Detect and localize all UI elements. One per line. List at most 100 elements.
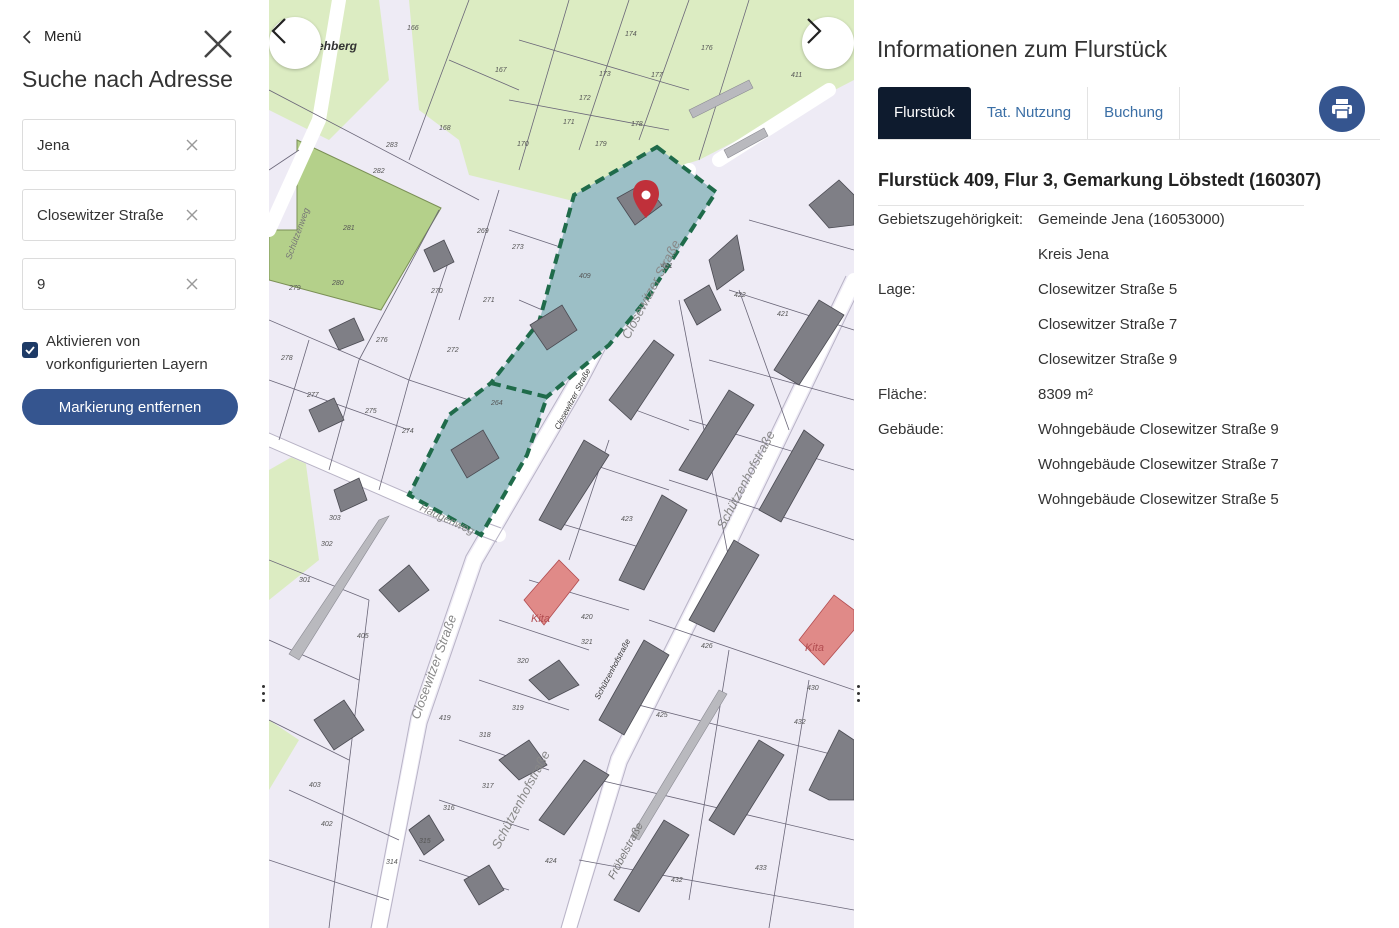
svg-text:432: 432 (671, 877, 683, 884)
svg-text:303: 303 (329, 515, 341, 522)
svg-text:179: 179 (595, 141, 607, 148)
svg-text:167: 167 (495, 67, 508, 74)
svg-text:423: 423 (621, 516, 633, 523)
parcel-divider (878, 205, 1304, 206)
svg-text:276: 276 (375, 337, 388, 344)
svg-text:430: 430 (807, 685, 819, 692)
map-prev-button[interactable] (269, 17, 321, 69)
svg-text:432: 432 (794, 719, 806, 726)
printer-icon (1332, 99, 1352, 120)
svg-text:320: 320 (517, 658, 529, 665)
svg-text:278: 278 (280, 355, 293, 362)
chevron-right-icon (807, 18, 822, 44)
svg-text:176: 176 (701, 45, 713, 52)
attribute-value: Wohngebäude Closewitzer Straße 7 (1038, 456, 1279, 473)
clear-city-icon[interactable] (185, 138, 199, 152)
city-field (22, 119, 236, 171)
close-icon[interactable] (201, 27, 235, 61)
attribute-key: Gebäude: (878, 421, 944, 438)
svg-text:174: 174 (625, 31, 637, 38)
svg-text:402: 402 (321, 821, 333, 828)
svg-text:318: 318 (479, 732, 491, 739)
svg-text:170: 170 (517, 141, 529, 148)
tab-flurstueck[interactable]: Flurstück (878, 87, 971, 139)
svg-text:168: 168 (439, 125, 451, 132)
svg-text:Kita: Kita (805, 642, 824, 654)
svg-text:283: 283 (385, 142, 398, 149)
menu-label: Menü (44, 28, 82, 45)
svg-text:316: 316 (443, 805, 455, 812)
attribute-value: Gemeinde Jena (16053000) (1038, 211, 1225, 228)
svg-text:173: 173 (599, 71, 611, 78)
checkmark-icon (25, 346, 35, 355)
attribute-value: 8309 m² (1038, 386, 1094, 403)
remove-marker-button[interactable]: Markierung entfernen (22, 389, 238, 425)
attribute-key: Lage: (878, 281, 916, 298)
tabs-divider (878, 139, 1380, 140)
attribute-value: Closewitzer Straße 9 (1038, 351, 1178, 368)
svg-text:ehberg: ehberg (317, 39, 358, 53)
city-input[interactable] (37, 137, 187, 154)
attribute-value: Wohngebäude Closewitzer Straße 5 (1038, 491, 1279, 508)
clear-street-icon[interactable] (185, 208, 199, 222)
housenumber-field (22, 258, 236, 310)
clear-housenumber-icon[interactable] (185, 277, 199, 291)
svg-text:178: 178 (631, 121, 643, 128)
info-tabs: Flurstück Tat. Nutzung Buchung (878, 87, 1181, 139)
svg-text:264: 264 (490, 400, 503, 407)
svg-text:315: 315 (419, 838, 431, 845)
left-resize-handle[interactable] (260, 685, 266, 709)
svg-text:172: 172 (579, 95, 591, 102)
svg-text:403: 403 (309, 782, 321, 789)
panel-title: Suche nach Adresse (22, 66, 233, 92)
svg-text:280: 280 (331, 280, 344, 287)
svg-text:301: 301 (299, 577, 311, 584)
svg-text:426: 426 (701, 643, 713, 650)
street-input[interactable] (37, 207, 187, 224)
svg-text:319: 319 (512, 705, 524, 712)
svg-text:166: 166 (407, 25, 419, 32)
tab-buchung[interactable]: Buchung (1088, 87, 1181, 139)
svg-text:302: 302 (321, 541, 333, 548)
attribute-value: Closewitzer Straße 5 (1038, 281, 1178, 298)
attribute-key: Fläche: (878, 386, 928, 403)
parcel-heading: Flurstück 409, Flur 3, Gemarkung Löbsted… (878, 170, 1322, 190)
map-next-button[interactable] (802, 17, 854, 69)
svg-text:272: 272 (446, 347, 459, 354)
svg-text:419: 419 (439, 715, 451, 722)
svg-text:409: 409 (579, 273, 591, 280)
preconfigured-layers-label: Aktivieren von vorkonfigurierten Layern (46, 333, 208, 373)
svg-text:433: 433 (755, 865, 767, 872)
svg-text:422: 422 (734, 292, 746, 299)
svg-text:273: 273 (511, 244, 524, 251)
info-title: Informationen zum Flurstück (877, 36, 1168, 62)
search-sidebar: Menü Suche nach Adresse Aktivier (0, 0, 258, 928)
svg-text:420: 420 (581, 614, 593, 621)
attribute-value: Closewitzer Straße 7 (1038, 316, 1178, 333)
street-field (22, 189, 236, 241)
cadastral-map[interactable]: ehberg 166 167 174 176 173 177 172 171 170 168… (269, 0, 854, 928)
svg-text:424: 424 (545, 858, 557, 865)
tab-tat-nutzung[interactable]: Tat. Nutzung (971, 87, 1089, 139)
menu-back-button[interactable]: Menü (22, 28, 82, 45)
map-view[interactable]: ehberg 166 167 174 176 173 177 172 171 170 168… (269, 0, 854, 928)
svg-text:321: 321 (581, 639, 593, 646)
attribute-value: Wohngebäude Closewitzer Straße 9 (1038, 421, 1279, 438)
housenumber-input[interactable] (37, 276, 187, 293)
chevron-left-icon (22, 29, 31, 44)
svg-text:Kita: Kita (531, 613, 550, 625)
svg-text:281: 281 (342, 225, 355, 232)
preconfigured-layers-checkbox[interactable] (22, 342, 38, 358)
svg-text:282: 282 (372, 168, 385, 175)
svg-text:271: 271 (482, 297, 495, 304)
svg-text:171: 171 (563, 119, 575, 126)
right-resize-handle[interactable] (855, 685, 861, 709)
svg-text:314: 314 (386, 859, 398, 866)
svg-text:405: 405 (357, 633, 369, 640)
parcel-info-panel: Informationen zum Flurstück Flurstück Ta… (862, 0, 1399, 928)
svg-text:275: 275 (364, 408, 377, 415)
svg-text:274: 274 (401, 428, 414, 435)
svg-text:269: 269 (476, 228, 489, 235)
print-button[interactable] (1319, 86, 1365, 132)
svg-text:411: 411 (791, 72, 802, 79)
